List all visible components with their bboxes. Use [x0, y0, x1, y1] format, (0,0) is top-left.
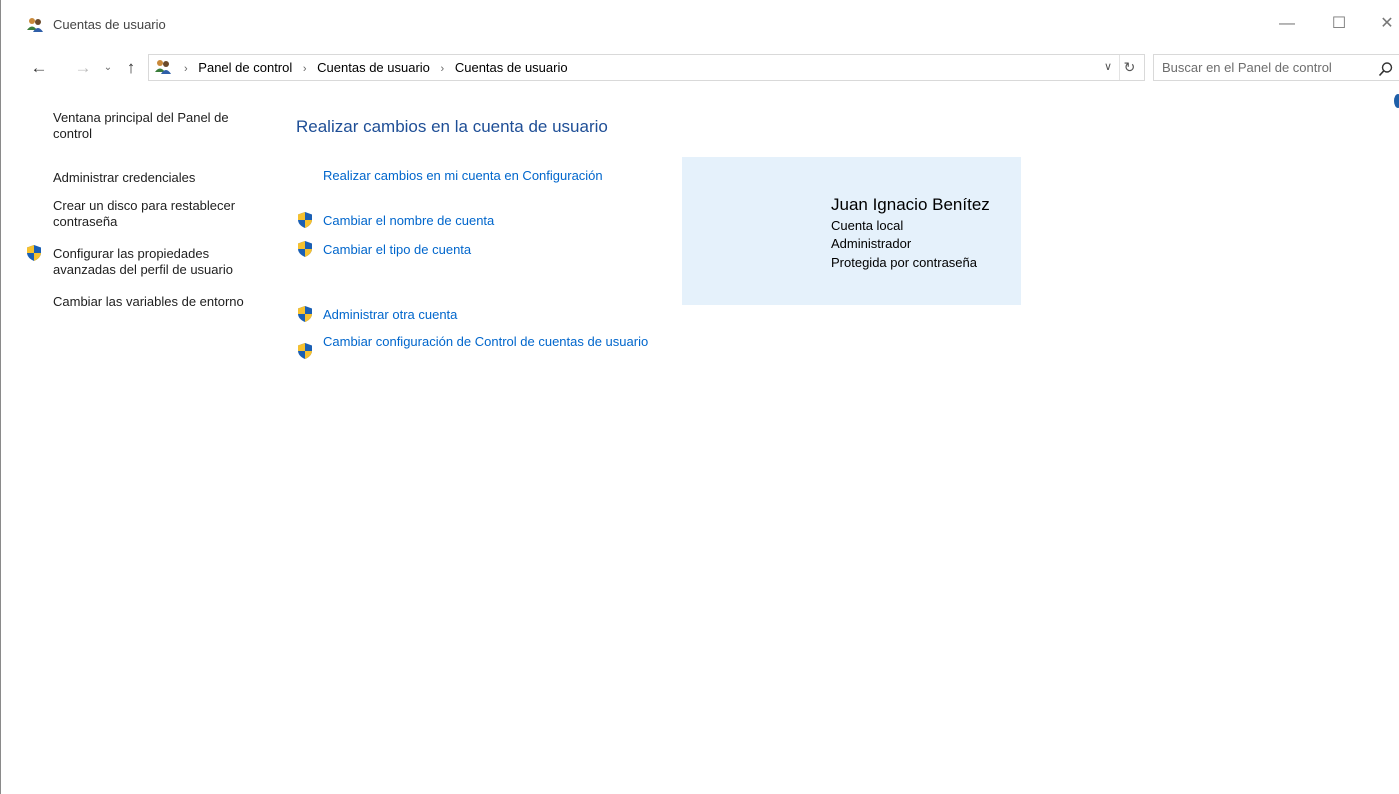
- uac-shield-icon: [298, 343, 312, 359]
- breadcrumb-separator[interactable]: ›: [441, 63, 445, 75]
- uac-shield-icon: [298, 241, 312, 257]
- title-bar: Cuentas de usuario — ☐ ✕: [1, 0, 1399, 50]
- left-link-password-reset-disk[interactable]: Crear un disco para restablecer contrase…: [53, 198, 268, 230]
- control-panel-window: Cuentas de usuario — ☐ ✕ ← → ⌄ ↑ › Panel…: [0, 0, 1399, 794]
- task-link-manage-another-account[interactable]: Administrar otra cuenta: [323, 307, 457, 323]
- settings-account-link[interactable]: Realizar cambios en mi cuenta en Configu…: [323, 168, 603, 184]
- maximize-button[interactable]: ☐: [1319, 9, 1359, 39]
- minimize-button[interactable]: —: [1267, 9, 1307, 39]
- up-button[interactable]: ↑: [121, 54, 141, 82]
- left-link-control-panel-home[interactable]: Ventana principal del Panel de control: [53, 110, 268, 142]
- user-info-panel: Juan Ignacio Benítez Cuenta local Admini…: [682, 157, 1021, 305]
- search-icon[interactable]: [1378, 61, 1394, 77]
- uac-shield-icon: [298, 212, 312, 228]
- back-button[interactable]: ←: [29, 54, 49, 82]
- breadcrumb-item-panel-de-control[interactable]: Panel de control: [198, 60, 292, 75]
- user-role: Administrador: [831, 236, 912, 251]
- page-title: Realizar cambios en la cuenta de usuario: [296, 117, 608, 136]
- refresh-button[interactable]: ↻: [1119, 55, 1139, 80]
- uac-shield-icon: [298, 306, 312, 322]
- address-bar[interactable]: › Panel de control › Cuentas de usuario …: [148, 54, 1145, 81]
- left-link-environment-variables[interactable]: Cambiar las variables de entorno: [53, 294, 268, 310]
- help-icon[interactable]: [1394, 94, 1399, 108]
- recent-locations-button[interactable]: ⌄: [101, 54, 115, 82]
- navigation-bar: ← → ⌄ ↑ › Panel de control › Cuentas de …: [1, 54, 1399, 82]
- breadcrumb-item-cuentas-de-usuario[interactable]: Cuentas de usuario: [317, 60, 430, 75]
- task-link-change-account-type[interactable]: Cambiar el tipo de cuenta: [323, 242, 471, 258]
- left-link-manage-credentials[interactable]: Administrar credenciales: [53, 170, 268, 186]
- search-placeholder: Buscar en el Panel de control: [1162, 60, 1332, 75]
- breadcrumb: › Panel de control › Cuentas de usuario …: [177, 55, 568, 80]
- uac-shield-icon: [27, 245, 41, 261]
- forward-button[interactable]: →: [73, 54, 93, 82]
- left-link-advanced-profile-properties[interactable]: Configurar las propiedades avanzadas del…: [53, 246, 268, 278]
- breadcrumb-separator[interactable]: ›: [184, 63, 188, 75]
- address-dropdown-button[interactable]: ∨: [1101, 55, 1115, 80]
- user-accounts-icon: [27, 18, 43, 32]
- user-account-type: Cuenta local: [831, 218, 904, 233]
- user-accounts-icon: [155, 60, 171, 74]
- user-name: Juan Ignacio Benítez: [831, 195, 990, 214]
- user-protection: Protegida por contraseña: [831, 255, 977, 270]
- search-input[interactable]: Buscar en el Panel de control: [1153, 54, 1399, 81]
- task-link-uac-settings[interactable]: Cambiar configuración de Control de cuen…: [323, 334, 653, 350]
- breadcrumb-item-cuentas-de-usuario-current[interactable]: Cuentas de usuario: [455, 60, 568, 75]
- task-link-rename-account[interactable]: Cambiar el nombre de cuenta: [323, 213, 494, 229]
- breadcrumb-separator[interactable]: ›: [303, 63, 307, 75]
- close-button[interactable]: ✕: [1367, 9, 1399, 39]
- window-title: Cuentas de usuario: [53, 17, 166, 32]
